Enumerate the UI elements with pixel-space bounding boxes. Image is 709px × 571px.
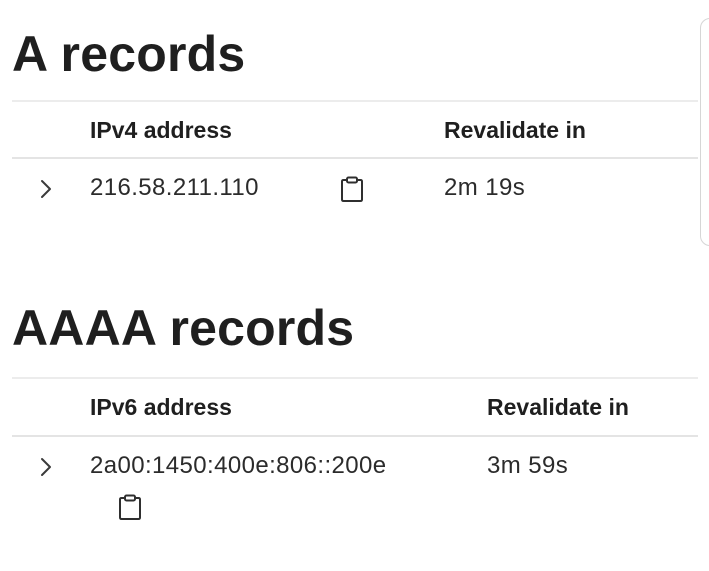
chevron-right-icon[interactable] [34,177,58,201]
revalidate-in-value: 2m 19s [444,174,526,201]
column-header-revalidate-in: Revalidate in [487,394,629,420]
side-panel-edge [700,18,709,246]
header-divider [12,157,698,159]
a-records-title: A records [12,26,246,82]
clipboard-icon[interactable] [339,175,365,203]
revalidate-in-value: 3m 59s [487,452,569,479]
column-header-ipv4-address: IPv4 address [90,117,232,143]
chevron-right-icon[interactable] [34,455,58,479]
aaaa-records-title: AAAA records [12,300,355,356]
ipv4-address-value: 216.58.211.110 [90,174,259,201]
header-divider [12,435,698,437]
clipboard-icon[interactable] [117,493,143,521]
ipv6-address-value: 2a00:1450:400e:806::200e [90,452,387,479]
column-header-revalidate-in: Revalidate in [444,117,586,143]
divider [12,377,698,379]
divider [12,100,698,102]
column-header-ipv6-address: IPv6 address [90,394,232,420]
